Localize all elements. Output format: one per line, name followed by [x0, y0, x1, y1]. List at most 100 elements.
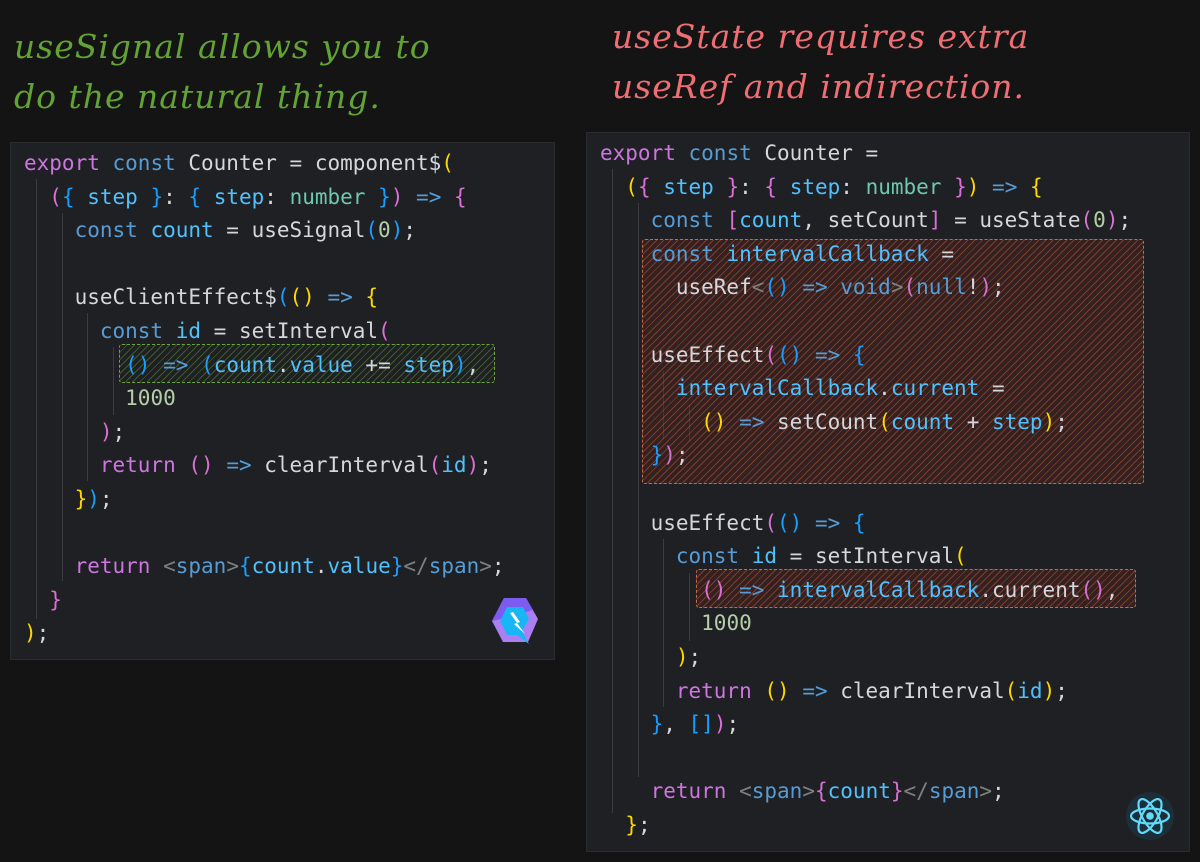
code-line: const intervalCallback = — [600, 238, 1131, 272]
code-token: ) — [87, 486, 100, 511]
code-token: { — [61, 184, 75, 209]
code-token: current — [991, 577, 1081, 602]
code-token: () — [764, 275, 790, 300]
code-line: useEffect(() => { — [600, 507, 1131, 541]
code-token: useRef — [675, 275, 752, 300]
code-token: count — [251, 554, 315, 579]
react-code-panel: export const Counter = ({ step }: { step… — [586, 132, 1190, 852]
code-token: setInterval — [814, 544, 955, 569]
code-token: setInterval — [238, 318, 379, 343]
code-token: component$ — [314, 151, 442, 175]
code-token: => — [802, 510, 853, 535]
code-token: Counter — [764, 141, 853, 165]
code-line: ); — [600, 641, 1131, 675]
code-token: ( — [428, 453, 442, 478]
code-token: ; — [36, 621, 50, 646]
code-token: ( — [764, 342, 778, 367]
code-token: id — [1017, 678, 1043, 703]
code-token: useEffect — [650, 510, 765, 535]
code-token: void — [840, 275, 891, 300]
code-token: += — [352, 352, 404, 377]
code-token: } — [650, 443, 664, 468]
code-token: { — [238, 554, 252, 579]
code-line: return <span>{count.value}</span>; — [24, 550, 505, 584]
code-token: ) — [1042, 409, 1056, 434]
code-token: ( — [441, 151, 454, 175]
code-token: const — [112, 151, 189, 175]
code-token: > — [479, 554, 492, 579]
code-token: ) — [979, 275, 993, 300]
code-token: ) — [99, 419, 113, 444]
code-token: => — [726, 409, 778, 434]
code-token: => — [979, 174, 1030, 199]
code-token: () — [764, 678, 790, 703]
code-token: () — [289, 285, 315, 310]
code-token: step — [201, 184, 265, 209]
code-token: = — [201, 318, 239, 343]
code-line: useClientEffect$(() => { — [24, 281, 505, 315]
code-token: value — [289, 352, 353, 377]
code-token: < — [739, 779, 752, 804]
code-token: ( — [201, 352, 214, 377]
code-token: step — [650, 174, 727, 199]
code-token: = — [777, 544, 815, 569]
code-token: 0 — [1093, 208, 1106, 233]
code-token: ; — [99, 486, 113, 511]
code-token: ; — [688, 644, 702, 669]
code-token: => — [403, 184, 454, 209]
code-token: ( — [365, 218, 379, 243]
code-token: ( — [1080, 208, 1094, 233]
code-token: ( — [878, 409, 891, 434]
code-token: > — [890, 275, 904, 300]
code-token: : — [739, 174, 765, 199]
code-token: } — [890, 779, 904, 804]
code-token: () — [777, 510, 803, 535]
code-token: ; — [637, 812, 651, 837]
code-token: count — [739, 208, 803, 233]
code-token: span — [928, 779, 980, 804]
code-token: useClientEffect$ — [74, 285, 277, 310]
code-line: } — [24, 584, 505, 618]
code-token: : — [264, 184, 290, 209]
code-token: ) — [24, 621, 37, 646]
code-token: () — [701, 409, 727, 434]
code-token: </ — [903, 779, 929, 804]
code-token: } — [150, 184, 164, 209]
code-token: count — [827, 779, 891, 804]
code-token: ] — [928, 208, 942, 233]
code-token: number — [865, 174, 942, 199]
code-token: useState — [979, 208, 1081, 233]
code-token: : — [840, 174, 866, 199]
code-token: [] — [688, 712, 714, 737]
code-line: ({ step }: { step: number }) => { — [600, 171, 1131, 205]
code-line: export const Counter = component$( — [24, 147, 505, 181]
code-token: clearInterval — [264, 453, 429, 478]
code-token: </ — [403, 554, 429, 579]
code-token: } — [726, 174, 740, 199]
code-line: }, []); — [600, 708, 1131, 742]
code-token: ; — [726, 712, 740, 737]
code-token: ( — [49, 184, 62, 209]
code-token: } — [49, 587, 62, 612]
code-token: { — [852, 342, 866, 367]
code-token: = — [213, 218, 252, 243]
code-token: const — [688, 141, 765, 165]
code-line: ); — [24, 416, 505, 450]
qwik-logo — [492, 598, 538, 644]
code-line: }; — [600, 809, 1131, 843]
